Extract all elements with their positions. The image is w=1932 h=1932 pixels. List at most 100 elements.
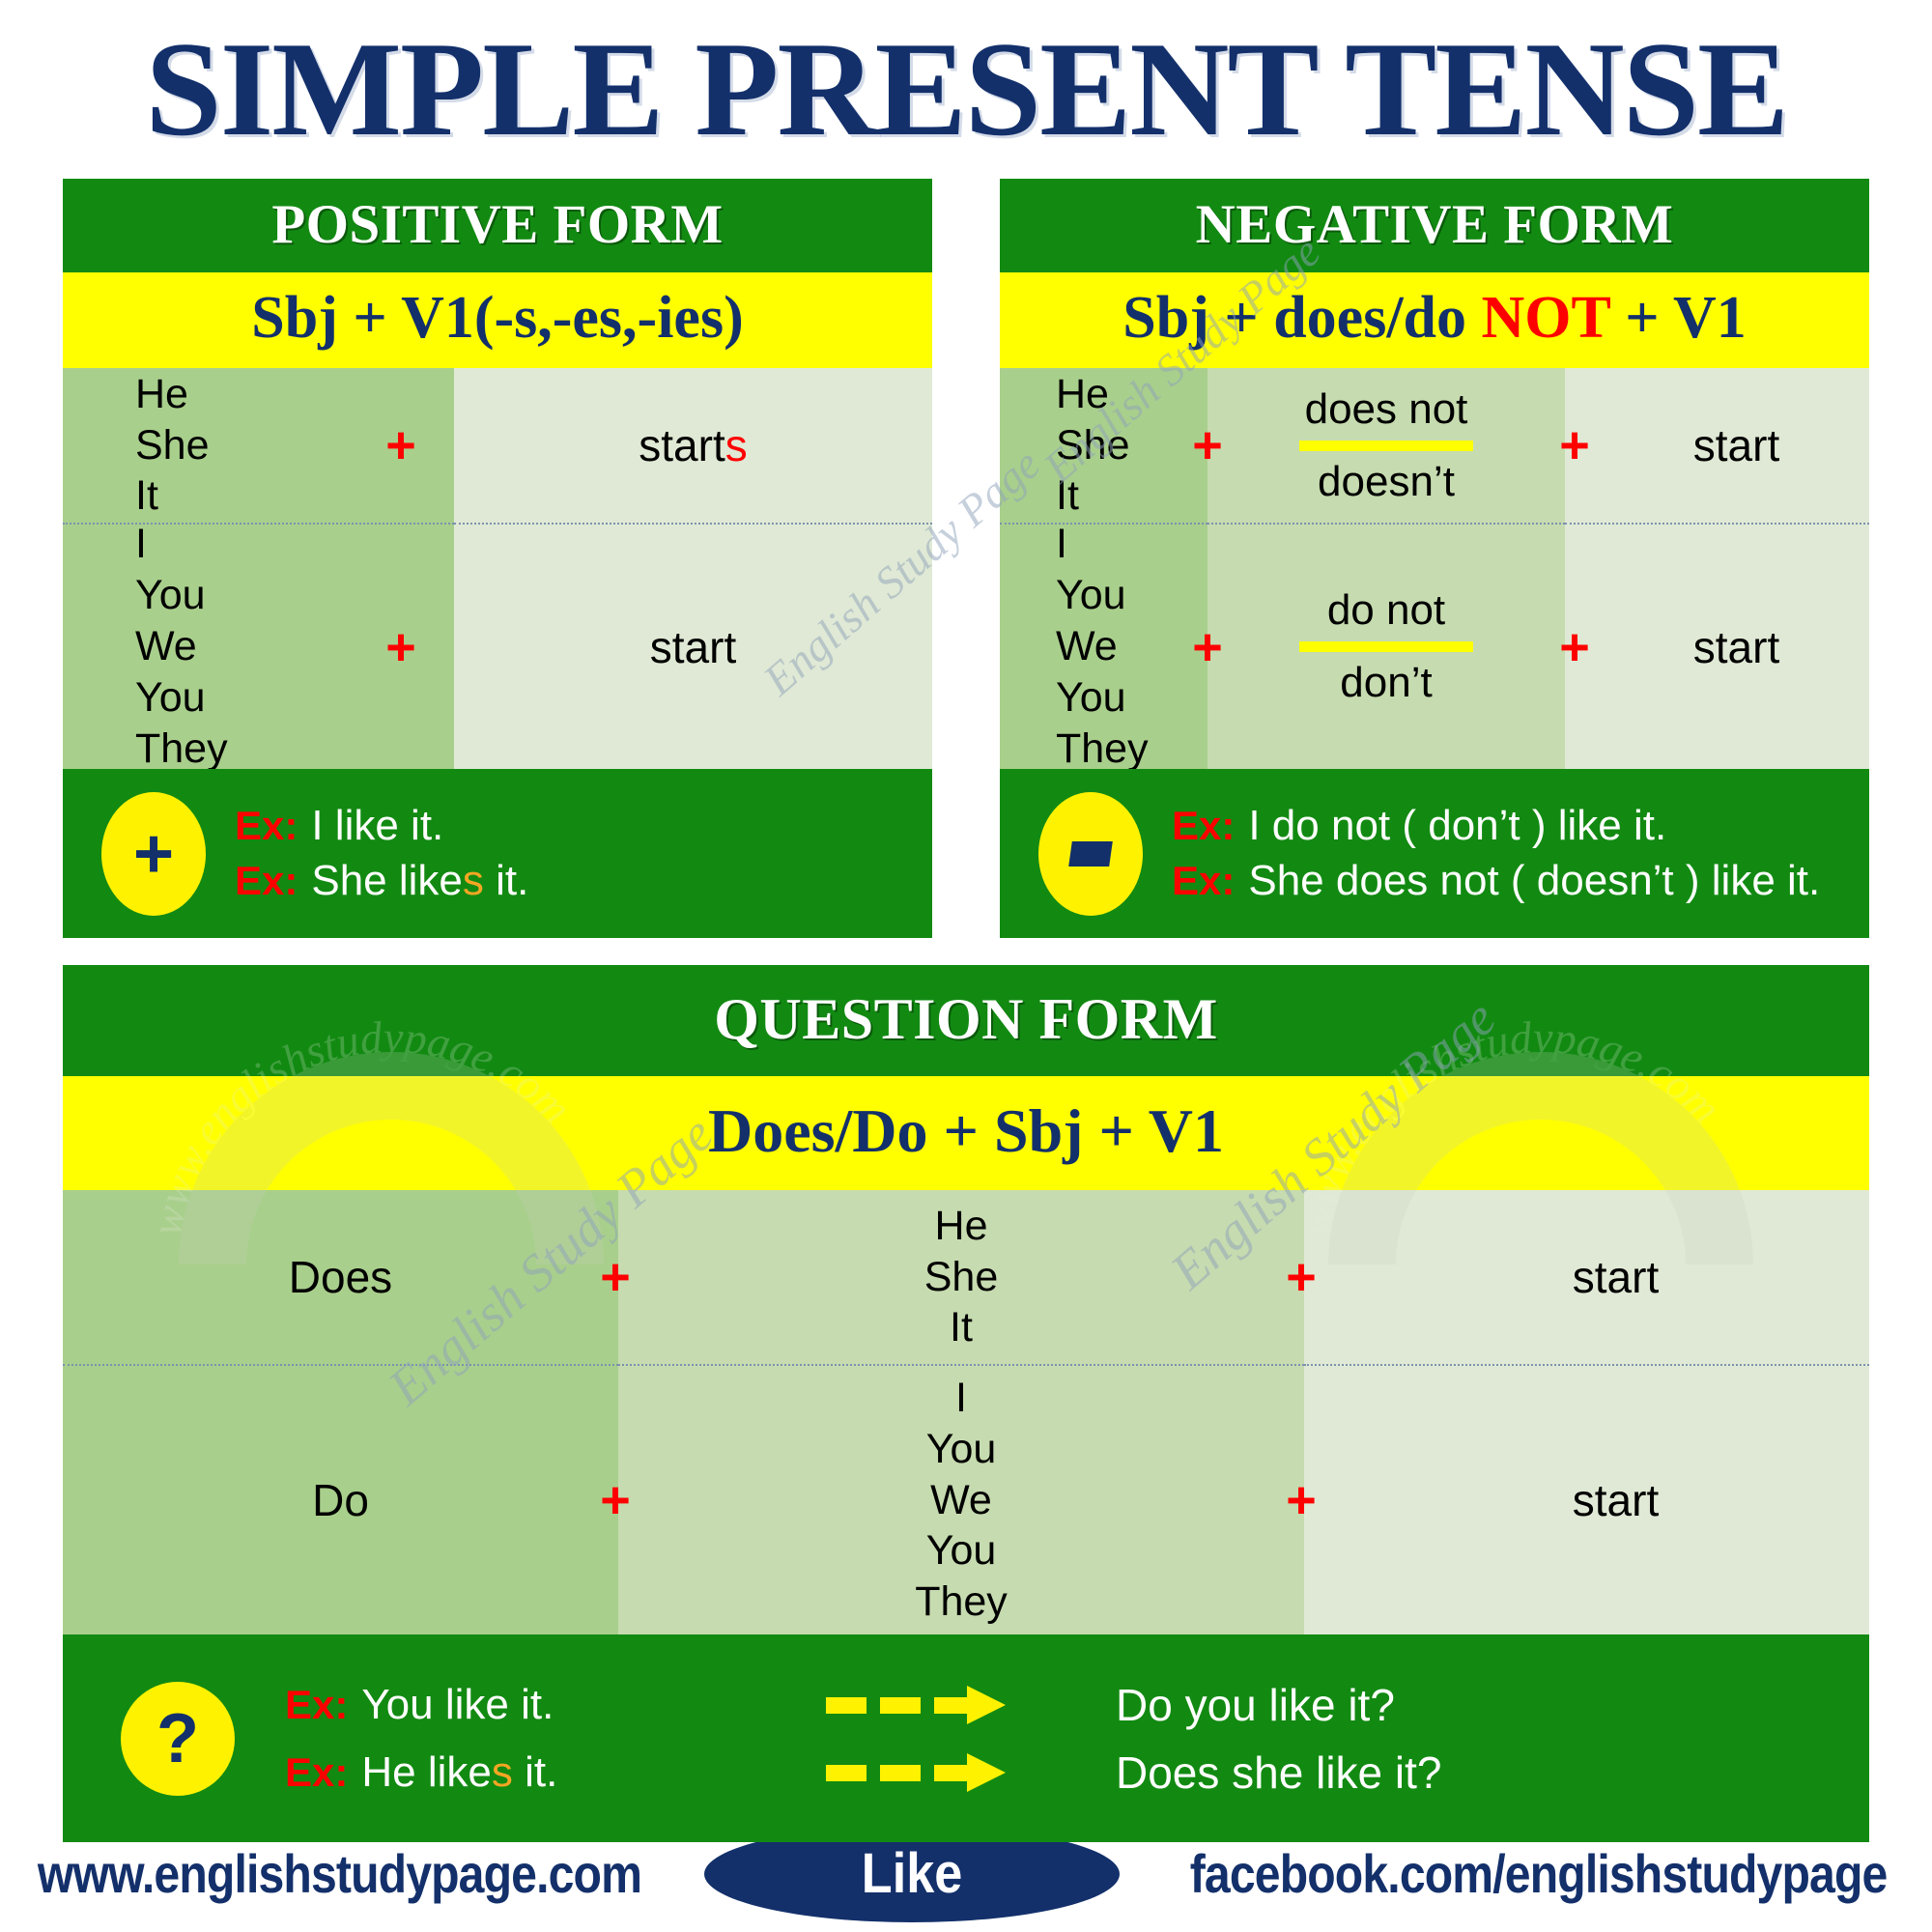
question-row2-pronouns: I You We You They xyxy=(915,1374,1008,1626)
plus-badge-icon: + xyxy=(101,791,206,916)
positive-example-2-after: it. xyxy=(483,857,529,904)
question-row2-plus2: + xyxy=(1286,1471,1317,1529)
question-row2-aux: Do xyxy=(312,1475,369,1525)
negative-form-formula: Sbj + does/do NOT + V1 xyxy=(1000,272,1869,368)
table-row: + start xyxy=(1559,368,1869,523)
question-example-2-source: Ex: He likes it. xyxy=(285,1748,826,1797)
arrow-right-icon xyxy=(826,1685,1006,1724)
example-tag: Ex: xyxy=(235,803,298,848)
question-row1-verb: start xyxy=(1572,1252,1660,1302)
example-tag: Ex: xyxy=(235,858,298,903)
negative-row2-plus1: + xyxy=(1192,617,1223,676)
top-panels: POSITIVE FORM Sbj + V1(-s,-es,-ies) He S… xyxy=(0,179,1932,938)
negative-row1-aux-long: does not xyxy=(1304,384,1468,433)
example-tag: Ex: xyxy=(1172,803,1236,848)
question-example-1-result: Do you like it? xyxy=(1116,1679,1395,1730)
page-title-bar: SIMPLE PRESENT TENSE xyxy=(0,0,1932,179)
question-verb-column: + start + start xyxy=(1286,1190,1869,1634)
question-example-2-after: it. xyxy=(512,1747,558,1796)
question-row1-plus2: + xyxy=(1286,1248,1317,1306)
negative-row1-pronouns: He She It xyxy=(1056,370,1130,520)
question-auxiliary-column: Does Do xyxy=(63,1190,618,1634)
dashed-arrow-icon xyxy=(826,1751,1116,1794)
example-tag: Ex: xyxy=(285,1748,349,1795)
question-row1-pronouns: He She It xyxy=(923,1202,999,1351)
positive-verb-column: starts start xyxy=(454,368,932,769)
page-title: SIMPLE PRESENT TENSE xyxy=(145,14,1789,164)
aux-divider-line xyxy=(1299,440,1473,451)
minus-badge-symbol xyxy=(1068,840,1113,867)
question-form-heading: QUESTION FORM xyxy=(63,965,1869,1076)
positive-row1-verb-suffix: s xyxy=(724,420,748,470)
dashed-arrow-icon xyxy=(826,1684,1116,1726)
question-form-table: Does Do + He She It + I You We You They … xyxy=(63,1190,1869,1634)
list-item: Ex: She likes it. xyxy=(235,857,932,905)
question-subject-column: + He She It + I You We You They xyxy=(600,1190,1304,1634)
positive-example-2-suffix: s xyxy=(462,857,484,904)
negative-row2-aux: do not don’t xyxy=(1208,586,1565,707)
table-row: I You We You They + xyxy=(63,521,454,772)
list-item: Ex: He likes it. Does she like it? xyxy=(285,1747,1869,1799)
table-row: + does not doesn’t xyxy=(1192,368,1565,523)
like-button-label: Like xyxy=(861,1842,963,1905)
positive-subject-column: He She It + I You We You They + xyxy=(63,368,454,772)
question-example-1-source: Ex: You like it. xyxy=(285,1681,826,1729)
positive-row1-plus: + xyxy=(385,416,416,474)
list-item: Ex: I do not ( don’t ) like it. xyxy=(1172,802,1869,850)
negative-verb-column: + start + start xyxy=(1559,368,1869,769)
question-row1-aux: Does xyxy=(288,1252,393,1302)
plus-badge-symbol: + xyxy=(132,814,175,893)
positive-form-formula: Sbj + V1(-s,-es,-ies) xyxy=(63,272,932,368)
example-tag: Ex: xyxy=(1172,858,1236,903)
negative-examples-footer: Ex: I do not ( don’t ) like it. Ex: She … xyxy=(1000,769,1869,938)
table-row: Do xyxy=(63,1364,618,1634)
negative-form-panel: NEGATIVE FORM Sbj + does/do NOT + V1 He … xyxy=(1000,179,1869,938)
positive-row1-verb-stem: start xyxy=(639,420,725,470)
list-item: Ex: You like it. Do you like it? xyxy=(285,1679,1869,1731)
question-example-2-text: He likes it. xyxy=(361,1748,557,1797)
negative-row2-plus2: + xyxy=(1559,617,1590,676)
table-row: + start xyxy=(1559,523,1869,769)
positive-example-list: Ex: I like it. Ex: She likes it. xyxy=(235,795,932,912)
question-examples-footer: ? Ex: You like it. Do you like it? Ex: H… xyxy=(63,1634,1869,1842)
negative-row1-plus2: + xyxy=(1559,416,1590,474)
question-row2-verb: start xyxy=(1572,1475,1660,1525)
table-row: + He She It xyxy=(600,1190,1304,1364)
question-badge-icon: ? xyxy=(121,1681,235,1796)
positive-example-2-before: She like xyxy=(311,857,463,904)
positive-row1-pronouns: He She It xyxy=(135,370,210,520)
question-form-panel: www.englishstudypage.com www.englishstud… xyxy=(63,965,1869,1842)
negative-row1-plus1: + xyxy=(1192,416,1223,474)
negative-example-1: I do not ( don’t ) like it. xyxy=(1248,802,1667,849)
positive-row2-pronouns: I You We You They xyxy=(135,521,228,772)
arrow-right-icon xyxy=(826,1752,1006,1792)
positive-example-2: She likes it. xyxy=(311,857,528,905)
negative-form-heading: NEGATIVE FORM xyxy=(1000,179,1869,272)
example-tag: Ex: xyxy=(285,1681,349,1727)
table-row: starts xyxy=(454,368,932,523)
negative-formula-part-a: Sbj + does/do xyxy=(1122,285,1482,351)
question-row2-plus1: + xyxy=(600,1471,631,1529)
positive-form-panel: POSITIVE FORM Sbj + V1(-s,-es,-ies) He S… xyxy=(63,179,932,938)
positive-form-heading: POSITIVE FORM xyxy=(63,179,932,272)
question-form-formula: Does/Do + Sbj + V1 xyxy=(63,1076,1869,1190)
negative-row2-aux-short: don’t xyxy=(1340,659,1433,706)
minus-badge-icon xyxy=(1038,791,1143,916)
table-row: + start xyxy=(1286,1364,1869,1634)
question-badge-symbol: ? xyxy=(156,1699,199,1777)
website-link[interactable]: www.englishstudypage.com xyxy=(38,1842,642,1905)
negative-row1-aux: does not doesn’t xyxy=(1208,385,1565,506)
positive-examples-footer: + Ex: I like it. Ex: She likes it. xyxy=(63,769,932,938)
list-item: Ex: She does not ( doesn’t ) like it. xyxy=(1172,857,1869,905)
positive-row2-verb-stem: start xyxy=(649,621,737,672)
positive-row1-verb: starts xyxy=(454,419,932,471)
facebook-link[interactable]: facebook.com/englishstudypage xyxy=(1190,1842,1889,1905)
question-example-list: Ex: You like it. Do you like it? Ex: He … xyxy=(285,1663,1869,1814)
negative-row1-aux-short: doesn’t xyxy=(1318,457,1455,505)
list-item: Ex: I like it. xyxy=(235,802,932,850)
table-row: + start xyxy=(1286,1190,1869,1364)
question-example-1-before: You like it. xyxy=(361,1680,554,1728)
positive-example-1: I like it. xyxy=(311,802,443,850)
positive-row2-verb: start xyxy=(454,621,932,673)
negative-row2-pronouns: I You We You They xyxy=(1056,521,1149,772)
